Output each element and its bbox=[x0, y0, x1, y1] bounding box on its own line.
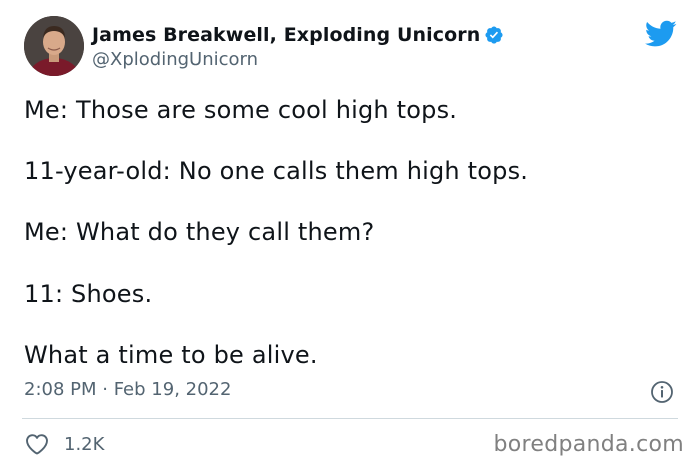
author-name-row[interactable]: James Breakwell, Exploding Unicorn bbox=[92, 22, 504, 48]
tweet-text-line: 11: Shoes. bbox=[24, 280, 153, 308]
tweet-text-line: 11-year-old: No one calls them high tops… bbox=[24, 157, 529, 185]
author-display-name[interactable]: James Breakwell, Exploding Unicorn bbox=[92, 24, 480, 46]
like-button[interactable]: 1.2K bbox=[24, 431, 104, 457]
watermark: boredpanda.com bbox=[493, 432, 684, 457]
avatar-image bbox=[24, 16, 84, 76]
verified-badge-icon bbox=[484, 25, 504, 45]
avatar[interactable] bbox=[24, 16, 84, 76]
divider bbox=[22, 418, 678, 419]
author-handle[interactable]: @XplodingUnicorn bbox=[92, 49, 258, 70]
info-icon[interactable] bbox=[650, 380, 674, 404]
like-count: 1.2K bbox=[64, 433, 105, 455]
tweet-timestamp[interactable]: 2:08 PM · Feb 19, 2022 bbox=[24, 379, 231, 400]
tweet-card: James Breakwell, Exploding Unicorn @Xplo… bbox=[0, 0, 700, 471]
heart-icon bbox=[24, 432, 50, 456]
twitter-bird-icon[interactable] bbox=[644, 20, 677, 48]
tweet-text-line: Me: What do they call them? bbox=[24, 218, 375, 246]
tweet-text-line: Me: Those are some cool high tops. bbox=[24, 96, 458, 124]
tweet-text-line: What a time to be alive. bbox=[24, 341, 318, 369]
